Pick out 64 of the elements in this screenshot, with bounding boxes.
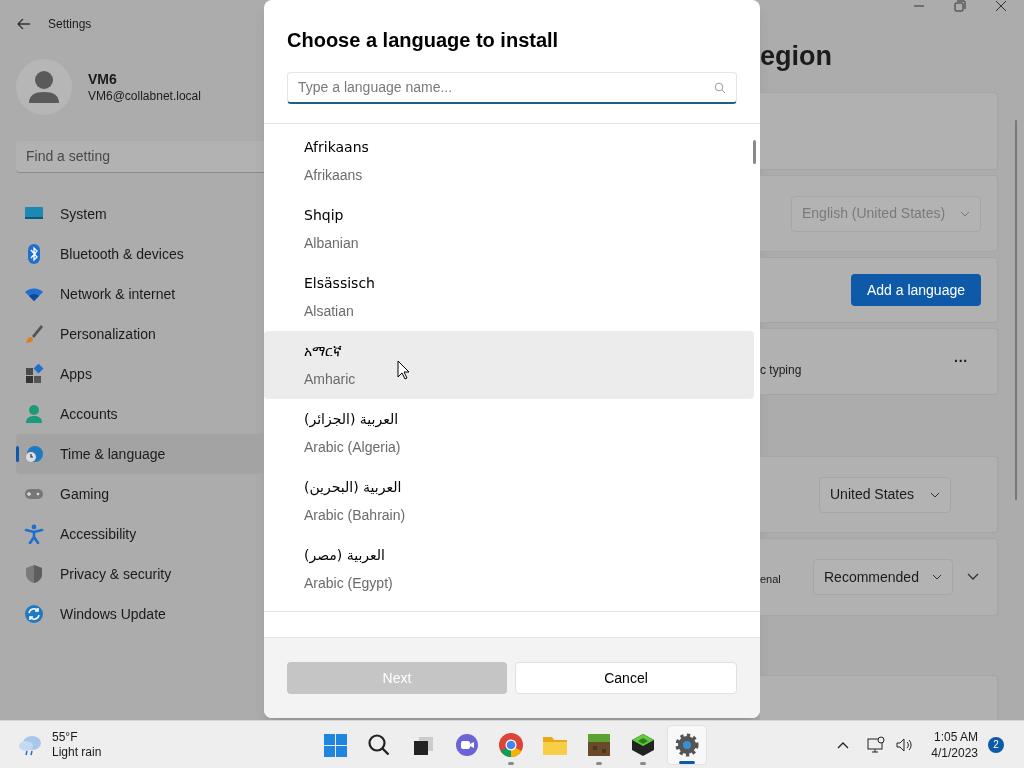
notification-badge[interactable]: 2: [988, 736, 1004, 753]
search-field[interactable]: Type a language name...: [287, 72, 737, 104]
add-language-button[interactable]: Add a language: [850, 274, 981, 306]
close-icon[interactable]: [995, 0, 1007, 12]
region-dropdown[interactable]: United States: [819, 476, 951, 513]
nav-item[interactable]: Accounts: [16, 394, 264, 434]
shield-icon: [24, 564, 44, 584]
chevron-down-icon: [930, 491, 940, 498]
scrollbar-thumb[interactable]: [753, 140, 756, 164]
dialog-title: Choose a language to install: [287, 28, 560, 52]
globe-clock-icon: [24, 444, 44, 464]
cube-icon: [629, 731, 657, 759]
account-name: VM6: [88, 70, 118, 88]
running-indicator: [508, 762, 514, 765]
apps-icon: [24, 364, 44, 384]
volume-icon[interactable]: [895, 736, 914, 753]
windows-logo-icon: [321, 731, 349, 759]
chevron-down-icon: [960, 210, 970, 217]
browser-icon: [497, 731, 525, 759]
card-text: c typing: [760, 361, 802, 379]
sync-icon: [24, 604, 44, 624]
nav-item[interactable]: System: [16, 194, 264, 234]
clock-time[interactable]: 1:05 AM: [933, 728, 978, 745]
running-indicator: [596, 762, 602, 765]
format-dropdown[interactable]: Recommended: [813, 559, 953, 595]
card-text: enal: [760, 571, 781, 587]
nav-item[interactable]: Privacy & security: [16, 554, 264, 594]
chevron-down-icon: [932, 574, 942, 580]
weather-temperature: 55°F: [52, 729, 79, 745]
video-chat-icon: [453, 731, 481, 759]
language-item[interactable]: አማርኛ Amharic: [264, 331, 754, 399]
brush-icon: [24, 324, 44, 344]
clock-date[interactable]: 4/1/2023: [931, 744, 978, 761]
cursor-icon: [397, 360, 409, 380]
window-title: Settings: [48, 16, 92, 33]
taskbar-app[interactable]: [667, 725, 707, 765]
person-icon: [24, 404, 44, 424]
avatar-icon: [16, 59, 72, 115]
cancel-button[interactable]: Cancel: [515, 662, 737, 694]
gear-icon: [673, 731, 701, 759]
nav-item[interactable]: Windows Update: [16, 594, 264, 634]
nav-item[interactable]: Personalization: [16, 314, 264, 354]
more-button[interactable]: ···: [945, 345, 977, 378]
running-indicator: [679, 761, 695, 764]
maximize-icon[interactable]: [954, 0, 966, 12]
page-title: egion: [760, 40, 832, 73]
nav-item[interactable]: Accessibility: [16, 514, 264, 554]
nav-item[interactable]: Bluetooth & devices: [16, 234, 264, 274]
grass-block-icon: [585, 731, 613, 759]
search-field[interactable]: Find a setting: [16, 141, 264, 173]
nav-item[interactable]: Time & language: [16, 434, 264, 474]
weather-condition: Light rain: [52, 744, 102, 760]
network-icon[interactable]: [867, 735, 886, 754]
account-email: VM6@collabnet.local: [88, 88, 201, 104]
search-icon: [714, 81, 726, 94]
accessibility-icon: [24, 524, 44, 544]
back-icon[interactable]: [16, 16, 32, 32]
running-indicator: [640, 762, 646, 765]
chevron-up-icon[interactable]: [837, 740, 850, 749]
nav-item[interactable]: Network & internet: [16, 274, 264, 314]
scrollbar-thumb[interactable]: [1015, 120, 1017, 500]
nav-item[interactable]: Gaming: [16, 474, 264, 514]
chevron-down-icon[interactable]: [967, 573, 979, 581]
nav-item[interactable]: Apps: [16, 354, 264, 394]
